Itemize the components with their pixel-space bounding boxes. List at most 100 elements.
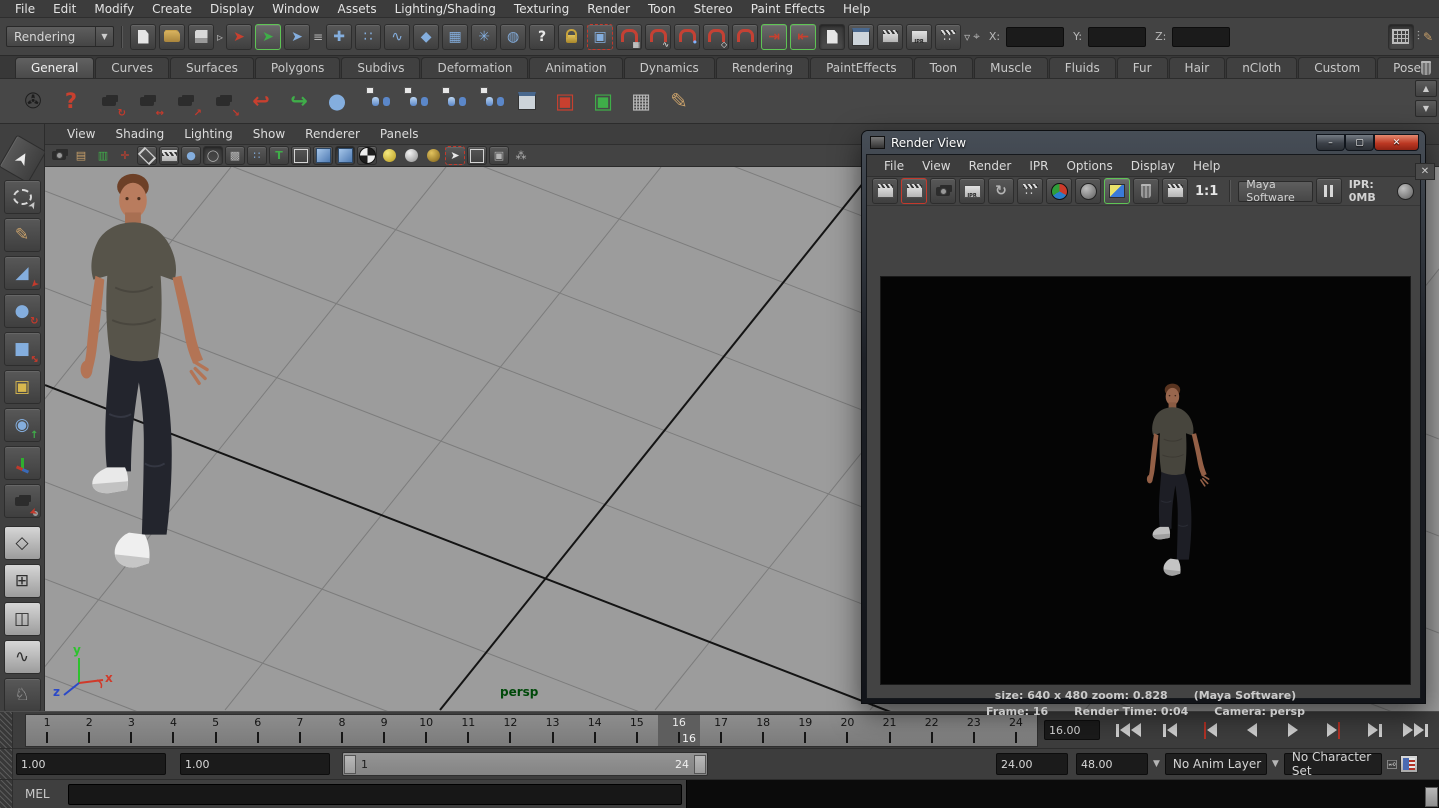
mask-deformations-icon[interactable]: ▦ (442, 24, 468, 50)
snap-curve-icon[interactable] (645, 24, 671, 50)
universal-manipulator-icon[interactable]: ▣ (4, 370, 41, 404)
alpha-channel-icon[interactable] (1075, 178, 1101, 204)
close-icon[interactable]: ✕ (1415, 163, 1435, 180)
dragon-icon[interactable]: ♘ (4, 678, 41, 712)
open-render-settings-icon[interactable] (1162, 178, 1188, 204)
select-template-shelf-icon[interactable]: ▣ (586, 84, 620, 118)
camera-attributes-icon[interactable] (49, 146, 69, 165)
render-view-menu-item[interactable]: Display (1122, 159, 1184, 173)
coord-dropdown-icon[interactable]: ▿ (964, 30, 970, 44)
paint-select-shelf-icon[interactable]: ✎ (662, 84, 696, 118)
timeline-frame[interactable]: 2 (68, 715, 110, 746)
timeline-frame[interactable]: 19 (784, 715, 826, 746)
timeline-frame[interactable]: 7 (279, 715, 321, 746)
command-line-drag-handle[interactable] (0, 780, 13, 808)
go-to-start-button[interactable] (1110, 717, 1147, 744)
camera-roll-icon[interactable] (206, 84, 240, 118)
mask-handles-icon[interactable]: ✚ (326, 24, 352, 50)
shelf-tab[interactable]: Rendering (716, 57, 809, 78)
render-view-menu-item[interactable]: View (913, 159, 959, 173)
shelf-tab[interactable]: General (15, 57, 94, 78)
menu-set-selector[interactable]: Rendering ▼ (6, 26, 114, 47)
animation-start-input[interactable] (16, 753, 166, 775)
step-back-frame-button[interactable] (1192, 717, 1229, 744)
double-sided-icon[interactable]: ▣ (489, 146, 509, 165)
range-start-handle[interactable] (344, 755, 356, 774)
y-coord-input[interactable] (1088, 27, 1146, 47)
timeline-frame[interactable]: 13 (532, 715, 574, 746)
menu-item[interactable]: Edit (44, 2, 85, 16)
ipr-render-icon[interactable] (906, 24, 932, 50)
show-manipulator-icon[interactable] (4, 484, 41, 518)
four-pane-layout-button[interactable]: ⊞ (4, 564, 41, 598)
shelf-tab[interactable]: Dynamics (624, 57, 715, 78)
menu-item[interactable]: File (6, 2, 44, 16)
single-pane-layout-button[interactable]: ◇ (4, 526, 41, 560)
mask-points-icon[interactable]: ∷ (355, 24, 381, 50)
menu-item[interactable]: Toon (639, 2, 685, 16)
keep-image-icon[interactable] (1104, 178, 1130, 204)
mask-rendering-icon[interactable]: ◍ (500, 24, 526, 50)
refresh-ipr-icon[interactable]: ↻ (988, 178, 1014, 204)
playback-end-input[interactable] (996, 753, 1068, 775)
camera-orbit-icon[interactable] (92, 84, 126, 118)
move-tool-icon[interactable]: ◢ (4, 256, 41, 290)
shelf-tab[interactable]: Fur (1117, 57, 1168, 78)
menu-item[interactable]: Render (578, 2, 639, 16)
anim-layer-selector[interactable]: No Anim Layer (1165, 753, 1267, 775)
timeline-frame[interactable]: 9 (363, 715, 405, 746)
animation-end-input[interactable] (1076, 753, 1148, 775)
flat-light-icon[interactable] (401, 146, 421, 165)
panel-menu-item[interactable]: Lighting (174, 127, 243, 141)
render-view-menu-item[interactable]: IPR (1020, 159, 1057, 173)
delete-unused-icon[interactable]: ● (320, 84, 354, 118)
hypergraph-icon[interactable] (510, 84, 544, 118)
construction-history-icon[interactable] (819, 24, 845, 50)
help-icon[interactable]: ? (54, 84, 88, 118)
timeline-frame[interactable]: 16 (658, 715, 700, 746)
expand-arrow-icon[interactable]: ▹ (217, 30, 223, 44)
use-all-lights-icon[interactable] (357, 146, 377, 165)
timeline-frame[interactable]: 20 (826, 715, 868, 746)
shelf-tab[interactable]: Subdivs (341, 57, 420, 78)
maximize-button[interactable]: ▢ (1345, 134, 1374, 151)
camera-track-icon[interactable] (130, 84, 164, 118)
shelf-tab[interactable]: Hair (1169, 57, 1226, 78)
make-live-output-icon[interactable]: ⇤ (790, 24, 816, 50)
shelf-scroll-down-icon[interactable]: ▼ (1415, 100, 1437, 117)
shelf-tab[interactable]: Curves (95, 57, 169, 78)
textured-mode-icon[interactable] (335, 146, 355, 165)
timeline-frame[interactable]: 12 (489, 715, 531, 746)
gate-mask-icon[interactable]: ◯ (203, 146, 223, 165)
persp-graph-layout-button[interactable]: ∿ (4, 640, 41, 674)
menu-item[interactable]: Help (834, 2, 879, 16)
isolate-select-icon[interactable]: ➤ (445, 146, 465, 165)
shelf-tab[interactable]: Surfaces (170, 57, 254, 78)
panel-menu-item[interactable]: Renderer (295, 127, 370, 141)
coord-center-icon[interactable]: ⌖ (973, 29, 980, 44)
panel-menu-item[interactable]: Panels (370, 127, 429, 141)
lock-selection-icon[interactable] (558, 24, 584, 50)
render-view-menu-item[interactable]: Render (960, 159, 1021, 173)
redo-render-icon[interactable] (872, 178, 898, 204)
timeline-frame[interactable]: 10 (405, 715, 447, 746)
channel-box-toggle-icon[interactable] (1388, 24, 1414, 50)
grid-toggle-icon[interactable] (137, 146, 157, 165)
outliner-persp-layout-button[interactable]: ◫ (4, 602, 41, 636)
step-forward-key-button[interactable] (1356, 717, 1393, 744)
x-coord-input[interactable] (1006, 27, 1064, 47)
wireframe-mode-icon[interactable] (291, 146, 311, 165)
default-light-icon[interactable] (379, 146, 399, 165)
parent-icon[interactable] (434, 84, 468, 118)
play-backwards-button[interactable] (1233, 717, 1270, 744)
menu-item[interactable]: Stereo (685, 2, 742, 16)
plugin-share-icon[interactable]: ⁂ (511, 146, 531, 165)
timeline-frame[interactable]: 11 (447, 715, 489, 746)
range-end-handle[interactable] (694, 755, 706, 774)
shelf-tab[interactable]: Polygons (255, 57, 340, 78)
menu-item[interactable]: Paint Effects (742, 2, 834, 16)
render-settings-icon[interactable] (935, 24, 961, 50)
select-hierarchy-mode-icon[interactable]: ➤ (226, 24, 252, 50)
open-scene-icon[interactable] (159, 24, 185, 50)
save-scene-icon[interactable] (188, 24, 214, 50)
